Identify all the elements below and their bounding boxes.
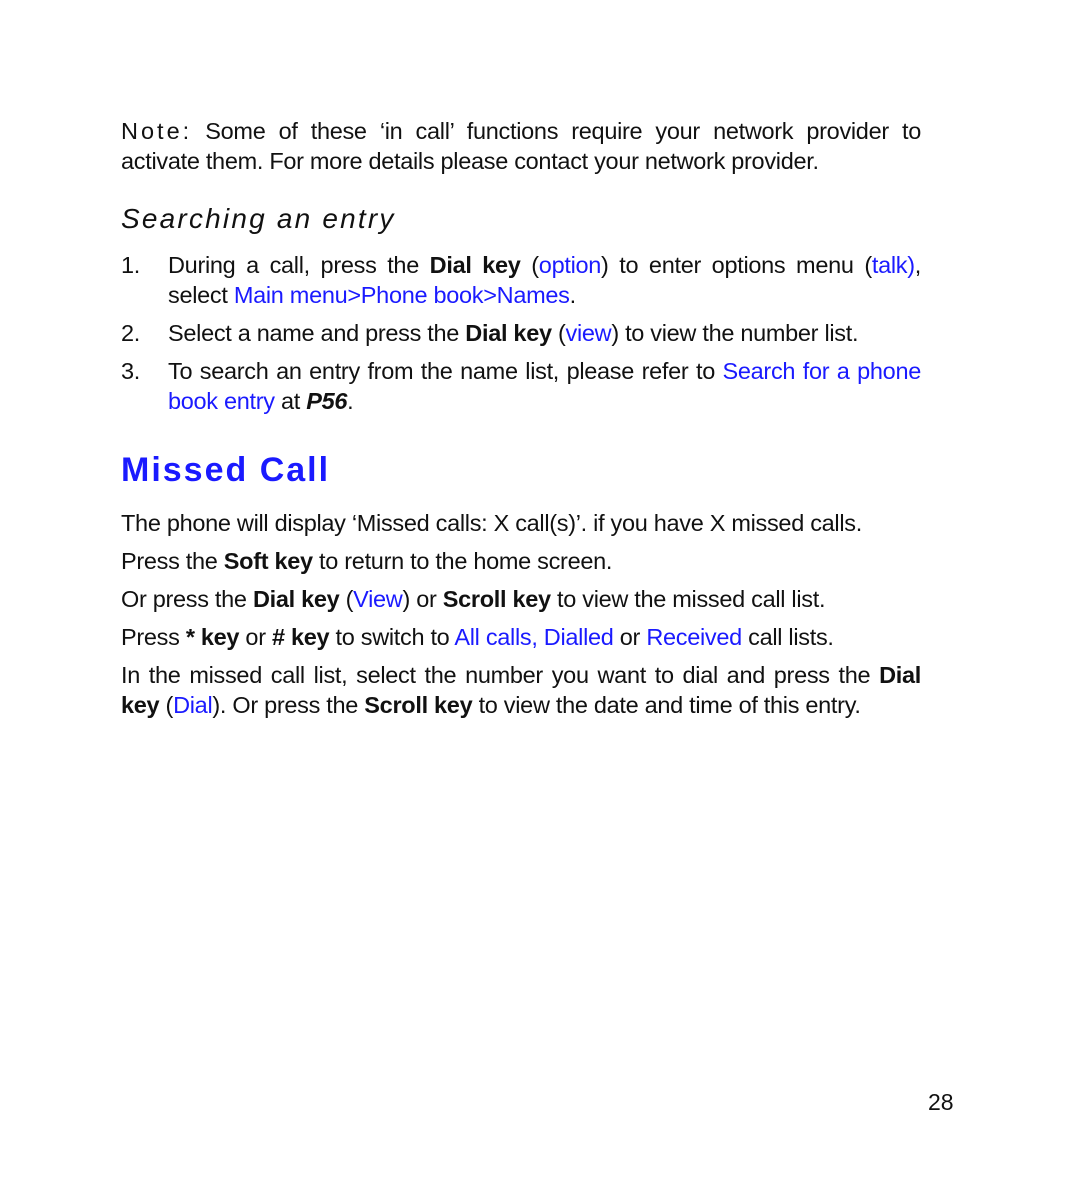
para-text: ). Or press the bbox=[212, 692, 365, 718]
step-text: To search an entry from the name list, p… bbox=[168, 358, 723, 384]
all-calls-dialled-link[interactable]: All calls, Dialled bbox=[454, 624, 613, 650]
document-page: Note: Some of these ‘in call’ functions … bbox=[121, 116, 921, 728]
step-text: Select a name and press the bbox=[168, 320, 466, 346]
step-text: at bbox=[274, 388, 307, 414]
missed-call-display-paragraph: The phone will display ‘Missed calls: X … bbox=[121, 510, 862, 536]
para-text: ) or bbox=[402, 586, 443, 612]
dial-missed-paragraph: In the missed call list, select the numb… bbox=[121, 660, 921, 720]
step-text: . bbox=[569, 282, 577, 308]
note-paragraph: Note: Some of these ‘in call’ functions … bbox=[121, 116, 921, 176]
step-text: ) to view the number list. bbox=[611, 320, 859, 346]
step-item: 2. Select a name and press the Dial key … bbox=[121, 318, 921, 348]
page-number: 28 bbox=[928, 1089, 954, 1115]
note-text: Some of these ‘in call’ functions requir… bbox=[121, 118, 921, 174]
option-link[interactable]: option bbox=[539, 252, 602, 278]
dial-key-label: Dial key bbox=[465, 320, 552, 346]
view-link[interactable]: View bbox=[353, 586, 403, 612]
page-reference: P56 bbox=[306, 388, 348, 414]
dial-key-label: Dial key bbox=[429, 252, 521, 278]
para-text: In the missed call list, select the numb… bbox=[121, 662, 880, 688]
step-number: 1. bbox=[121, 252, 140, 278]
para-text: to return to the home screen. bbox=[312, 548, 613, 574]
step-text: ( bbox=[520, 252, 539, 278]
hash-key-label: # key bbox=[271, 624, 330, 650]
soft-key-label: Soft key bbox=[223, 548, 313, 574]
para-text: call lists. bbox=[741, 624, 834, 650]
received-link[interactable]: Received bbox=[646, 624, 742, 650]
searching-entry-heading: Searching an entry bbox=[121, 203, 396, 234]
para-text: or bbox=[613, 624, 647, 650]
para-text: ( bbox=[339, 586, 354, 612]
dial-link[interactable]: Dial bbox=[173, 692, 213, 718]
step-text: ) to enter options menu ( bbox=[601, 252, 872, 278]
star-key-label: * key bbox=[185, 624, 240, 650]
dial-key-label: Dial key bbox=[252, 586, 340, 612]
scroll-key-label: Scroll key bbox=[364, 692, 473, 718]
step-number: 3. bbox=[121, 358, 140, 384]
step-text: . bbox=[347, 388, 354, 414]
step-item: 3. To search an entry from the name list… bbox=[121, 356, 921, 416]
talk-link[interactable]: talk) bbox=[872, 252, 915, 278]
names-menu-path-link[interactable]: Main menu>Phone book>Names bbox=[234, 282, 570, 308]
step-item: 1. During a call, press the Dial key (op… bbox=[121, 250, 921, 310]
scroll-key-label: Scroll key bbox=[442, 586, 551, 612]
switch-lists-paragraph: Press * key or # key to switch to All ca… bbox=[121, 622, 921, 652]
step-number: 2. bbox=[121, 320, 140, 346]
missed-call-heading: Missed Call bbox=[121, 451, 331, 489]
view-list-paragraph: Or press the Dial key (View) or Scroll k… bbox=[121, 584, 921, 614]
searching-steps-list: 1. During a call, press the Dial key (op… bbox=[121, 250, 921, 416]
para-text: to view the missed call list. bbox=[550, 586, 826, 612]
para-text: Or press the bbox=[121, 586, 253, 612]
step-text: During a call, press the bbox=[168, 252, 430, 278]
para-text: to view the date and time of this entry. bbox=[472, 692, 861, 718]
step-text: ( bbox=[551, 320, 566, 346]
soft-key-paragraph: Press the Soft key to return to the home… bbox=[121, 546, 921, 576]
para-text: Press the bbox=[121, 548, 224, 574]
note-label: Note: bbox=[121, 118, 193, 144]
para-text: ( bbox=[159, 692, 174, 718]
view-link[interactable]: view bbox=[566, 320, 612, 346]
para-text: Press bbox=[121, 624, 186, 650]
para-text: or bbox=[239, 624, 272, 650]
para-text: to switch to bbox=[329, 624, 455, 650]
